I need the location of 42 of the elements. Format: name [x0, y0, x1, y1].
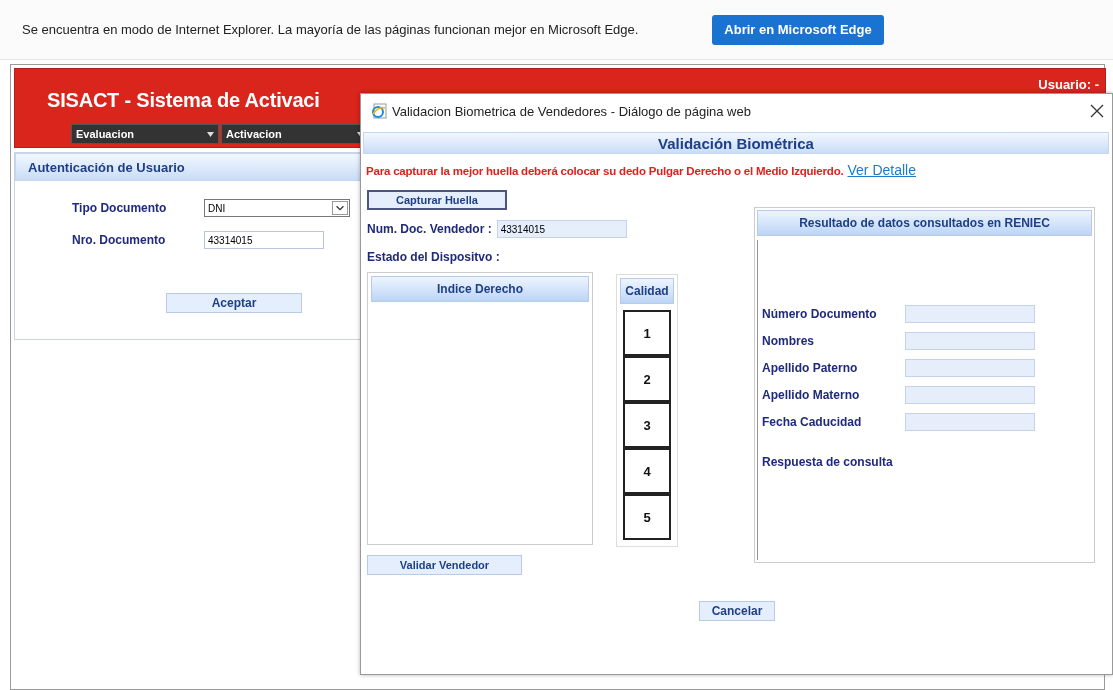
document-number-field[interactable]: 43314015	[204, 231, 324, 249]
input-field[interactable]	[905, 331, 1035, 350]
quality-level: 4	[623, 448, 671, 494]
device-status-label: Estado del Dispositvo :	[367, 250, 501, 264]
capture-fingerprint-button[interactable]: Capturar Huella	[367, 190, 507, 210]
input-field[interactable]	[905, 412, 1035, 431]
field-label: Num. Doc. Vendedor :	[367, 222, 492, 236]
menu-item[interactable]: Evaluacion	[71, 124, 219, 144]
open-edge-button[interactable]: Abrir en Microsoft Edge	[712, 14, 884, 45]
instruction-text: Para capturar la mejor huella deberá colocar su dedo Pulgar Derecho o el Medio Izquierdo.	[366, 165, 844, 177]
close-icon[interactable]	[1090, 104, 1104, 118]
user-label: Usuario: -	[1038, 77, 1099, 92]
dialog-heading: Validación Biométrica	[363, 132, 1109, 154]
quality-level: 2	[623, 356, 671, 402]
field-label: Apellido Materno	[762, 387, 861, 402]
field-label: Fecha Caducidad	[762, 414, 863, 429]
panel-header: Resultado de datos consultados en RENIEC	[757, 210, 1092, 236]
field-label: Número Documento	[762, 306, 878, 321]
input-field[interactable]	[905, 304, 1035, 323]
app-title: SISACT - Sistema de Activaci	[47, 89, 320, 112]
browser-page-icon	[371, 103, 387, 119]
dialog-title: Validacion Biometrica de Vendedores - Diálogo de página web	[392, 103, 752, 119]
browser-message: Se encuentra en modo de Internet Explorer. La mayoría de las páginas funcionan mejor en Microsoft Edge.	[22, 22, 640, 37]
input-field[interactable]	[905, 358, 1035, 377]
cancel-button[interactable]: Cancelar	[699, 601, 775, 621]
input-field[interactable]	[905, 385, 1035, 404]
quality-level: 3	[623, 402, 671, 448]
field-label: Tipo Documento	[72, 201, 168, 215]
chevron-down-icon	[332, 201, 348, 215]
validate-vendor-button[interactable]: Validar Vendedor	[367, 555, 522, 575]
vendor-document-field[interactable]: 43314015	[496, 220, 627, 238]
details-link[interactable]: Ver Detalle	[847, 162, 916, 178]
accept-button[interactable]: Aceptar	[166, 293, 302, 313]
response-label: Respuesta de consulta	[762, 455, 894, 469]
field-label: Nro. Documento	[72, 233, 167, 247]
quality-level: 5	[623, 494, 671, 540]
panel-header: Calidad	[620, 278, 674, 304]
panel-header: Indice Derecho	[371, 276, 589, 302]
document-type-select[interactable]: DNI	[204, 199, 350, 217]
field-label: Nombres	[762, 333, 815, 348]
field-label: Apellido Paterno	[762, 360, 859, 375]
quality-level: 1	[623, 310, 671, 356]
